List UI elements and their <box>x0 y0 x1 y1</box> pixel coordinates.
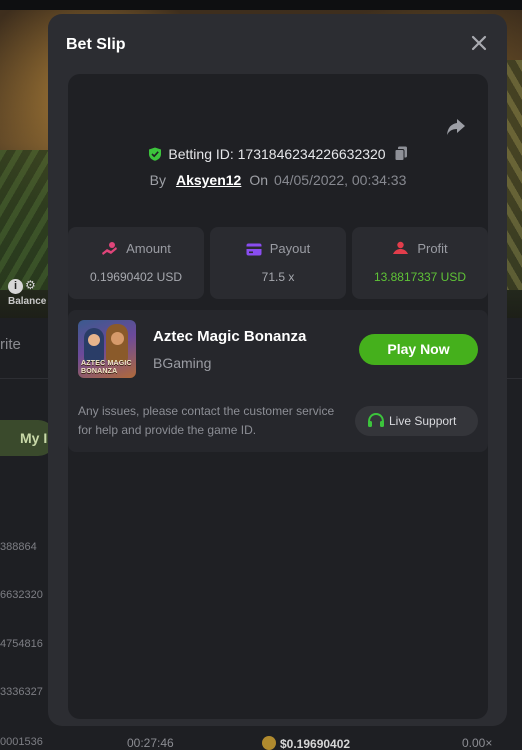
headset-icon <box>368 412 384 427</box>
stat-amount: Amount 0.19690402 USD <box>68 227 204 299</box>
game-provider: BGaming <box>153 355 212 371</box>
stat-profit-header: Profit <box>352 241 488 256</box>
payout-icon <box>246 243 262 256</box>
stat-profit: Profit 13.8817337 USD <box>352 227 488 299</box>
gear-icon[interactable]: ⚙ <box>25 278 36 292</box>
support-note: Any issues, please contact the customer … <box>78 404 335 437</box>
game-info-box: AZTEC MAGIC BONANZA Aztec Magic Bonanza … <box>68 310 488 452</box>
share-icon[interactable] <box>444 114 468 138</box>
bg-row-id: 3336327 <box>0 686 43 698</box>
bg-bottom-amount-text: $0.19690402 <box>280 737 351 750</box>
bg-row-id: 388864 <box>0 541 37 553</box>
bet-details-card: Betting ID: 1731846234226632320 By Aksyen… <box>68 74 488 719</box>
stat-profit-label: Profit <box>417 241 448 256</box>
stat-amount-value: 0.19690402 USD <box>89 270 183 284</box>
stat-payout-header: Payout <box>210 241 346 256</box>
info-icon[interactable]: i <box>8 279 23 294</box>
copy-icon[interactable] <box>394 146 408 161</box>
betting-id-text: Betting ID: 1731846234226632320 <box>168 146 386 162</box>
shield-icon <box>148 147 162 161</box>
play-now-button[interactable]: Play Now <box>359 334 478 365</box>
game-thumbnail[interactable]: AZTEC MAGIC BONANZA <box>78 320 136 378</box>
bet-date: 04/05/2022, 00:34:33 <box>274 172 407 188</box>
balance-label: Balance <box>8 296 47 307</box>
bg-row-id: 6632320 <box>0 589 43 601</box>
betting-id-row: Betting ID: 1731846234226632320 <box>68 146 488 162</box>
close-icon[interactable] <box>468 32 490 54</box>
background-write-text: rite <box>0 336 21 353</box>
live-support-label: Live Support <box>389 414 457 428</box>
amount-icon <box>102 242 118 255</box>
game-name: Aztec Magic Bonanza <box>153 328 307 345</box>
game-thumbnail-logo: AZTEC MAGIC BONANZA <box>81 360 132 375</box>
profit-icon <box>393 241 409 254</box>
stat-profit-value: 13.8817337 USD <box>373 270 467 284</box>
bet-stats: Amount 0.19690402 USD Payout 71.5 x Prof… <box>68 227 488 299</box>
stat-payout-value: 71.5 x <box>261 270 295 284</box>
live-support-button[interactable]: Live Support <box>355 406 478 436</box>
stat-payout: Payout 71.5 x <box>210 227 346 299</box>
bg-bottom-time: 00:27:46 <box>127 736 174 750</box>
bg-row-id: 0001536 <box>0 736 43 748</box>
bg-bottom-multiplier: 0.00× <box>462 736 493 750</box>
balance-widget[interactable]: i ⚙ Balance <box>2 276 50 310</box>
bg-row-id: 4754816 <box>0 638 43 650</box>
by-label: By <box>149 172 166 188</box>
coin-icon <box>262 736 276 750</box>
bet-slip-modal: Bet Slip Betting ID: 1731846234226632320… <box>48 14 507 726</box>
stat-payout-label: Payout <box>269 241 311 256</box>
top-bar <box>0 0 522 10</box>
stat-amount-label: Amount <box>126 241 171 256</box>
bg-bottom-amount: $0.19690402 <box>262 736 350 750</box>
on-label: On <box>249 172 269 188</box>
modal-title: Bet Slip <box>66 36 126 53</box>
stat-amount-header: Amount <box>68 241 204 256</box>
bet-author-row: By Aksyen12 On 04/05/2022, 00:34:33 <box>68 172 488 188</box>
username-link[interactable]: Aksyen12 <box>176 172 241 188</box>
